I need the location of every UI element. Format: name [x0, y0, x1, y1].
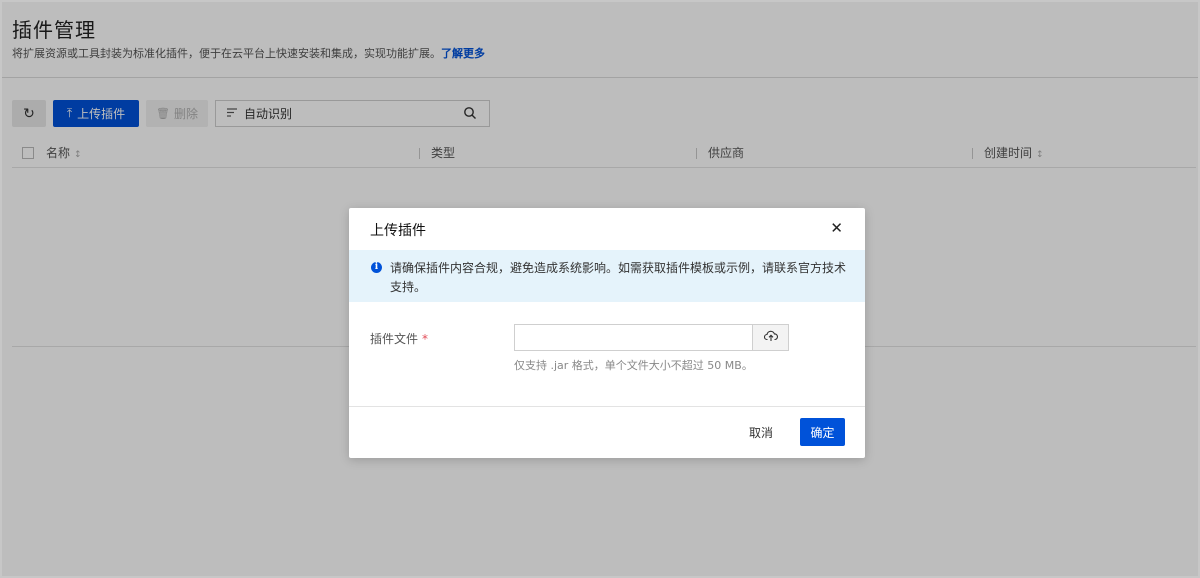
plugin-file-label: 插件文件 *	[370, 330, 428, 347]
confirm-button[interactable]: 确定	[800, 418, 845, 446]
plugin-file-label-text: 插件文件	[370, 332, 419, 346]
plugin-file-input[interactable]	[514, 324, 789, 351]
cancel-button[interactable]: 取消	[749, 420, 773, 446]
notice-text: 请确保插件内容合规，避免造成系统影响。如需获取插件模板或示例，请联系官方技术支持…	[390, 261, 847, 294]
required-mark: *	[422, 332, 429, 346]
close-icon[interactable]: ✕	[830, 221, 843, 236]
dialog-title: 上传插件	[370, 223, 426, 239]
info-notice: i 请确保插件内容合规，避免造成系统影响。如需获取插件模板或示例，请联系官方技术…	[349, 250, 865, 302]
file-upload-button[interactable]	[752, 325, 788, 350]
upload-plugin-dialog: 上传插件 ✕ i 请确保插件内容合规，避免造成系统影响。如需获取插件模板或示例，…	[349, 208, 865, 458]
file-hint: 仅支持 .jar 格式，单个文件大小不超过 50 MB。	[514, 359, 753, 372]
cloud-upload-icon	[763, 330, 778, 345]
dialog-footer-divider	[349, 406, 865, 407]
info-icon: i	[371, 262, 382, 273]
